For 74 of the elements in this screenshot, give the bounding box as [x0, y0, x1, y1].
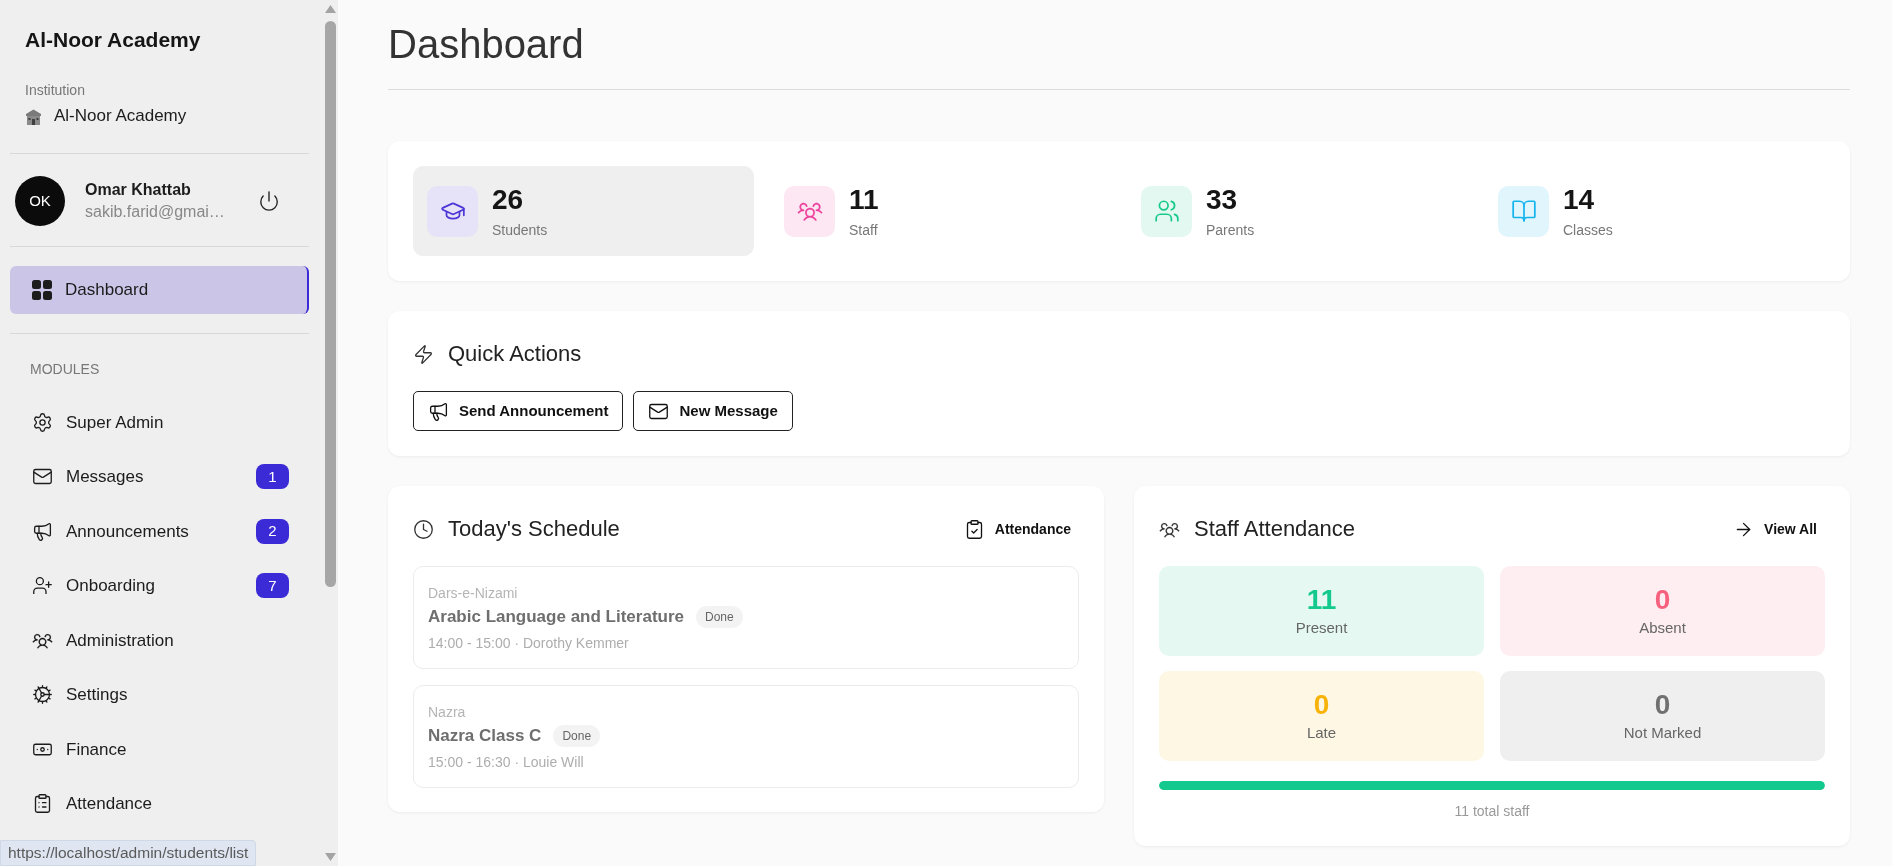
sidebar-item[interactable]: Finance [10, 722, 309, 777]
users-icon [1141, 185, 1192, 237]
user-avatar: OK [15, 176, 65, 226]
action-button[interactable]: Send Announcement [413, 391, 624, 431]
class-time: 14:00 - 15:00 · Dorothy Kemmer [428, 634, 630, 653]
class-title: Arabic Language and Literature [428, 606, 684, 628]
gear-icon [32, 411, 53, 433]
schedule-item[interactable]: Nazra Nazra Class C Done 15:00 - 16:30 · Louie Will [413, 685, 1079, 788]
attendance-count: 0 [1313, 689, 1330, 721]
attendance-link[interactable]: Attendance [955, 514, 1079, 544]
sidebar-item[interactable]: Messages 1 [10, 449, 309, 504]
stat-tile[interactable]: 26 Students [413, 166, 754, 256]
stat-value: 14 [1563, 183, 1596, 216]
stat-label: Classes [1563, 220, 1613, 239]
class-group: Nazra [428, 702, 1064, 722]
power-icon[interactable] [258, 190, 280, 212]
megaphone-icon [32, 520, 53, 542]
status-badge: Done [696, 606, 743, 628]
user-plus-icon [32, 575, 53, 597]
clipboard-icon [32, 793, 53, 815]
sidebar-item[interactable]: Onboarding 7 [10, 558, 309, 613]
open-book-icon [1498, 185, 1549, 237]
attendance-count: 0 [1654, 584, 1671, 616]
class-time: 15:00 - 16:30 · Louie Will [428, 753, 585, 772]
section-title: Quick Actions [448, 340, 582, 368]
sidebar-item[interactable]: Super Admin [10, 395, 309, 450]
brand-title: Al-Noor Academy [25, 27, 202, 53]
stat-value: 33 [1206, 183, 1239, 216]
attendance-label: Absent [1639, 618, 1686, 638]
cog-icon [32, 684, 53, 706]
sidebar-item[interactable]: Administration [10, 613, 309, 668]
scroll-down-arrow-icon[interactable] [325, 853, 336, 861]
school-building-icon [25, 107, 42, 125]
institution-label: Institution [25, 81, 86, 100]
stat-value: 11 [849, 183, 879, 216]
graduation-cap-icon [427, 185, 478, 237]
sidebar-item[interactable]: Announcements 2 [10, 504, 309, 559]
status-badge: Done [553, 725, 601, 747]
section-title: Staff Attendance [1194, 515, 1356, 543]
class-title: Nazra Class C [428, 725, 542, 747]
user-email: sakib.farid@gmai… [85, 202, 226, 222]
stat-label: Students [492, 220, 548, 239]
sidebar-item[interactable]: Dashboard [10, 266, 309, 314]
section-title: Today's Schedule [448, 515, 620, 543]
attendance-label: Late [1306, 723, 1337, 743]
count-badge: 7 [256, 573, 289, 599]
action-button[interactable]: New Message [633, 391, 793, 431]
megaphone-icon [428, 400, 449, 422]
scroll-up-arrow-icon[interactable] [325, 5, 336, 13]
page-title: Dashboard [388, 21, 585, 68]
stat-value: 26 [492, 183, 525, 216]
stat-label: Parents [1206, 220, 1255, 239]
class-group: Dars-e-Nizami [428, 583, 1064, 603]
link-status-tooltip: https://localhost/admin/students/list [0, 840, 257, 866]
clock-icon [413, 518, 434, 540]
stat-label: Staff [849, 220, 879, 239]
people-group-icon [784, 185, 835, 237]
section-heading: MODULES [29, 360, 101, 379]
total-staff-caption: 11 total staff [1453, 802, 1531, 821]
attendance-count: 0 [1654, 689, 1671, 721]
attendance-count: 11 [1306, 584, 1337, 616]
user-name: Omar Khattab [85, 180, 192, 200]
sidebar-item[interactable]: Settings [10, 667, 309, 722]
lightning-icon [413, 343, 434, 365]
attendance-label: Not Marked [1623, 723, 1702, 743]
sidebar-item[interactable]: Attendance [10, 776, 309, 831]
schedule-item[interactable]: Dars-e-Nizami Arabic Language and Literature Done 14:00 - 15:00 · Dorothy Kemmer [413, 566, 1079, 669]
institution-name: Al-Noor Academy [54, 105, 187, 127]
attendance-label: Present [1295, 618, 1348, 638]
grid-icon [32, 280, 52, 300]
scrollbar-thumb[interactable] [325, 21, 336, 587]
count-badge: 2 [256, 518, 289, 544]
view-all-link[interactable]: View All [1725, 514, 1825, 544]
count-badge: 1 [256, 464, 289, 490]
